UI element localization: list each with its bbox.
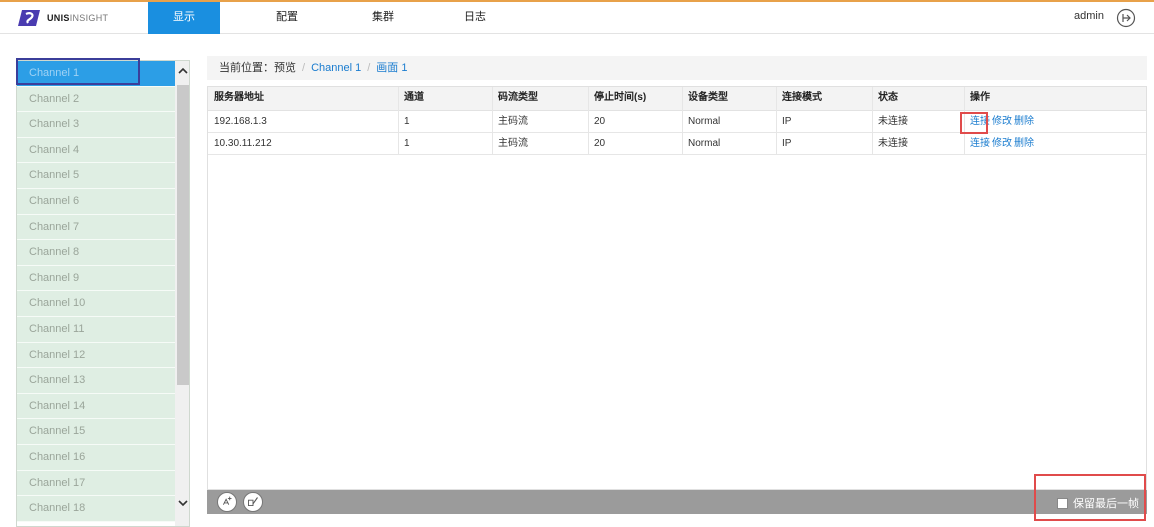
cell-server-address: 10.30.11.212 (214, 138, 272, 149)
column-divider (964, 87, 965, 155)
nav-tab-display[interactable]: 显示 (148, 2, 220, 34)
breadcrumb-separator: / (302, 62, 306, 74)
username: admin (1074, 10, 1104, 22)
cell-device-type: Normal (688, 138, 721, 149)
channel-list: Channel 1 Channel 2 Channel 3 Channel 4 Chan… (17, 61, 175, 522)
table-header: 服务器地址 通道 码流类型 停止时间(s) 设备类型 连接模式 状态 操作 (208, 87, 1146, 111)
sidebar-item-channel[interactable]: Channel 1 (17, 61, 175, 87)
breadcrumb-item-screen[interactable]: 画面 1 (376, 62, 407, 74)
keep-last-frame-label: 保留最后一帧 (1073, 498, 1139, 510)
edit-link[interactable]: 修改 (992, 116, 1012, 127)
breadcrumb-item-preview[interactable]: 预览 (274, 62, 296, 74)
sidebar-item-channel[interactable]: Channel 18 (17, 496, 175, 522)
sidebar-item-channel[interactable]: Channel 17 (17, 470, 175, 497)
column-header-stream-type: 码流类型 (498, 92, 538, 103)
cell-stop-time: 20 (594, 116, 606, 127)
sidebar-item-channel[interactable]: Channel 13 (17, 368, 175, 394)
cell-actions: 连接 修改 删除 (964, 111, 1144, 132)
logout-icon[interactable] (1116, 8, 1136, 28)
column-divider (398, 87, 399, 155)
column-divider (588, 87, 589, 155)
cell-connect-mode: IP (782, 138, 792, 149)
sidebar-item-channel[interactable]: Channel 7 (17, 214, 175, 241)
top-bar: UNISINSIGHT 显示 配置 集群 日志 admin (0, 0, 1154, 34)
column-header-channel: 通道 (404, 92, 424, 103)
breadcrumb-prefix: 当前位置： (219, 62, 274, 74)
cell-device-type: Normal (688, 116, 721, 127)
column-header-actions: 操作 (970, 92, 990, 103)
server-table: 服务器地址 通道 码流类型 停止时间(s) 设备类型 连接模式 状态 操作 19… (207, 86, 1147, 490)
sidebar-item-channel[interactable]: Channel 12 (17, 342, 175, 369)
column-header-server-address: 服务器地址 (214, 92, 264, 103)
sidebar-item-channel[interactable]: Channel 14 (17, 393, 175, 420)
breadcrumb-item-channel[interactable]: Channel 1 (311, 62, 361, 74)
cell-actions: 连接 修改 删除 (964, 133, 1144, 154)
sidebar-item-channel[interactable]: Channel 6 (17, 188, 175, 215)
unisinsight-logo-icon (18, 10, 40, 26)
sidebar-scrollbar[interactable] (175, 61, 189, 526)
sidebar-item-channel[interactable]: Channel 4 (17, 137, 175, 164)
sidebar-item-channel[interactable]: Channel 2 (17, 86, 175, 113)
sidebar-item-channel[interactable]: Channel 5 (17, 163, 175, 189)
nav-tab-cluster[interactable]: 集群 (356, 2, 410, 34)
brand-logo: UNISINSIGHT (16, 8, 108, 28)
delete-link[interactable]: 删除 (1014, 138, 1034, 149)
cell-status: 未连接 (878, 116, 908, 127)
cell-channel: 1 (404, 138, 410, 149)
table-row: 192.168.1.3 1 主码流 20 Normal IP 未连接 连接 修改删… (208, 111, 1146, 133)
connect-link[interactable]: 连接 (970, 138, 990, 149)
cell-status: 未连接 (878, 138, 908, 149)
breadcrumb-separator: / (367, 62, 371, 74)
column-header-status: 状态 (878, 92, 898, 103)
scroll-up-icon[interactable] (177, 65, 189, 77)
sidebar-item-channel[interactable]: Channel 8 (17, 240, 175, 266)
sidebar-item-channel[interactable]: Channel 15 (17, 419, 175, 445)
nav-tab-log[interactable]: 日志 (448, 2, 502, 34)
cell-stream-type: 主码流 (498, 138, 528, 149)
cell-server-address: 192.168.1.3 (214, 116, 267, 127)
add-stream-icon[interactable] (217, 492, 237, 512)
sidebar-item-channel[interactable]: Channel 10 (17, 291, 175, 317)
sidebar-item-channel[interactable]: Channel 3 (17, 112, 175, 138)
brand-light: INSIGHT (69, 13, 109, 23)
scroll-down-icon[interactable] (177, 497, 189, 509)
column-divider (776, 87, 777, 155)
brand-strong: UNIS (47, 13, 70, 23)
column-divider (872, 87, 873, 155)
sidebar-item-channel[interactable]: Channel 16 (17, 444, 175, 471)
nav-tab-config[interactable]: 配置 (258, 2, 316, 34)
keep-last-frame-checkbox[interactable] (1057, 497, 1068, 509)
scrollbar-thumb[interactable] (177, 85, 189, 385)
keep-last-frame-option[interactable]: 保留最后一帧 (1057, 495, 1139, 511)
table-row: 10.30.11.212 1 主码流 20 Normal IP 未连接 连接 修改… (208, 133, 1146, 155)
cell-connect-mode: IP (782, 116, 792, 127)
column-header-connect-mode: 连接模式 (782, 92, 822, 103)
sidebar-item-channel[interactable]: Channel 9 (17, 265, 175, 292)
breadcrumb: 当前位置：预览 / Channel 1 / 画面 1 (207, 56, 1147, 80)
sidebar-item-channel[interactable]: Channel 11 (17, 316, 175, 343)
cell-stop-time: 20 (594, 138, 606, 149)
column-divider (682, 87, 683, 155)
channel-sidebar: Channel 1 Channel 2 Channel 3 Channel 4 Chan… (16, 60, 190, 527)
column-header-device-type: 设备类型 (688, 92, 728, 103)
connect-link[interactable]: 连接 (970, 116, 990, 127)
column-header-stop-time: 停止时间(s) (594, 92, 647, 103)
cell-channel: 1 (404, 116, 410, 127)
bottom-toolbar: 保留最后一帧 (207, 490, 1147, 514)
cell-stream-type: 主码流 (498, 116, 528, 127)
delete-link[interactable]: 删除 (1014, 116, 1034, 127)
column-divider (492, 87, 493, 155)
edit-link[interactable]: 修改 (992, 138, 1012, 149)
edit-stream-icon[interactable] (243, 492, 263, 512)
